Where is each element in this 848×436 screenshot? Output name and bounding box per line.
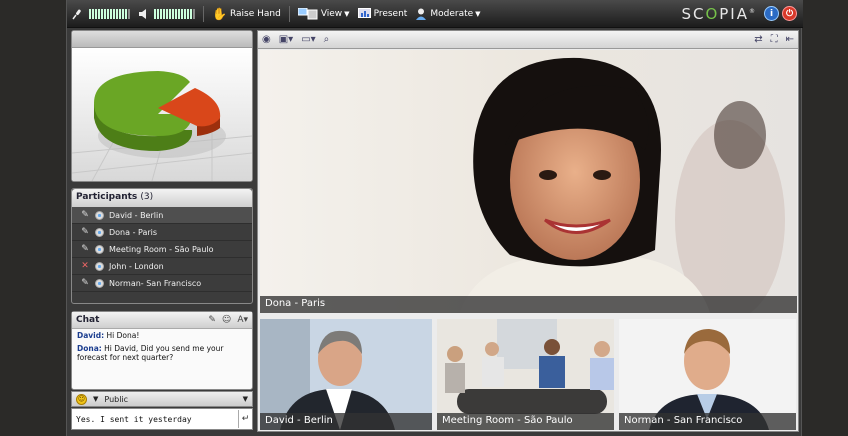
- video-thumbnail[interactable]: Meeting Room - São Paulo: [437, 319, 614, 430]
- self-view-icon[interactable]: ◉: [262, 34, 271, 45]
- chat-audience-value: Public: [104, 394, 129, 404]
- exit-button[interactable]: ⏻: [782, 6, 797, 21]
- enter-icon: ↵: [241, 414, 250, 424]
- moderator-icon: [416, 8, 427, 20]
- participant-row[interactable]: ✎ Dona - Paris: [72, 224, 252, 241]
- participants-count: (3): [140, 192, 154, 202]
- participant-name: John - London: [109, 261, 164, 271]
- microphone-level-meter: [89, 8, 130, 19]
- chat-title: Chat: [76, 315, 100, 325]
- participant-name: Dona - Paris: [109, 227, 158, 237]
- participants-panel: Participants (3) ✎ David - Berlin ✎ Dona…: [71, 188, 253, 304]
- chat-sender: David:: [77, 331, 105, 340]
- toolbar-divider: [288, 5, 290, 22]
- main-video-feed: [260, 50, 797, 313]
- participant-row[interactable]: ✎ Norman- San Francisco: [72, 275, 252, 292]
- scopia-logo: SCOPIA®: [681, 5, 757, 23]
- hand-icon: ✋: [212, 6, 227, 21]
- chat-audience-select[interactable]: ☺ ▼ Public ▼: [71, 391, 253, 407]
- participant-row[interactable]: ✕ John - London: [72, 258, 252, 275]
- participant-name: Meeting Room - São Paulo: [109, 244, 214, 254]
- fullscreen-icon[interactable]: ⛶: [771, 34, 778, 45]
- send-button[interactable]: ↵: [238, 410, 252, 428]
- video-toolbar: ◉ ▣▾ ▭▾ ⌕ ⇄ ⛶ ⇤: [258, 31, 798, 49]
- chat-sender: Dona:: [77, 344, 102, 353]
- microphone-icon: ✎: [81, 278, 89, 288]
- info-icon: i: [769, 8, 774, 19]
- speaker-icon: [139, 8, 146, 19]
- present-button[interactable]: Present: [354, 0, 412, 28]
- participant-name: David - Berlin: [109, 210, 164, 220]
- zoom-icon[interactable]: ⌕: [324, 34, 330, 45]
- toolbar-divider: [203, 5, 204, 22]
- chevron-down-icon: ▼: [242, 395, 248, 403]
- chevron-down-icon: ▼: [93, 395, 99, 403]
- view-menu-button[interactable]: View ▼: [294, 0, 354, 28]
- participant-row[interactable]: ✎ Meeting Room - São Paulo: [72, 241, 252, 258]
- video-thumbnail[interactable]: Norman - San Francisco: [619, 319, 796, 430]
- participants-title: Participants: [76, 192, 138, 202]
- power-icon: ⏻: [785, 8, 794, 19]
- presentation-icon: [357, 7, 371, 18]
- chat-input[interactable]: [72, 414, 238, 424]
- chat-panel: Chat ✎ ☺ A▾ David: Hi Dona! Dona: Hi Dav…: [71, 311, 253, 390]
- microphone-icon: ✎: [81, 244, 89, 254]
- layout-icon[interactable]: ▣▾: [279, 34, 293, 45]
- speaker-control[interactable]: [134, 0, 199, 28]
- detach-icon[interactable]: ⇤: [786, 34, 794, 45]
- layout-view-icon: [297, 7, 318, 19]
- microphone-icon: ✎: [81, 210, 89, 220]
- camera-icon: [95, 261, 104, 271]
- microphone-icon: [72, 9, 81, 19]
- microphone-icon: ✎: [81, 227, 89, 237]
- font-size-icon[interactable]: A▾: [237, 315, 248, 325]
- video-area: ◉ ▣▾ ▭▾ ⌕ ⇄ ⛶ ⇤ Dona - Paris David - Ber…: [257, 30, 799, 432]
- camera-icon: [95, 278, 104, 288]
- emoticon-options-icon[interactable]: ☺: [222, 315, 231, 325]
- shared-content-header: [72, 31, 252, 48]
- chat-message: David: Hi Dona!: [72, 329, 252, 342]
- speaker-level-meter: [154, 8, 195, 19]
- chat-text: Hi Dona!: [106, 331, 140, 340]
- emoticon-icon[interactable]: ☺: [76, 393, 87, 405]
- swap-icon[interactable]: ⇄: [754, 34, 762, 45]
- top-toolbar: ✋ Raise Hand View ▼ Present Moderate ▼ S…: [67, 0, 803, 28]
- microphone-control[interactable]: [67, 0, 134, 28]
- group-camera-icon: [95, 244, 104, 254]
- camera-icon: [95, 210, 104, 220]
- chat-header: Chat ✎ ☺ A▾: [72, 312, 252, 329]
- chat-message: Dona: Hi David, Did you send me your for…: [72, 342, 252, 364]
- chat-input-box: ↵: [71, 408, 253, 430]
- thumbnail-caption: Norman - San Francisco: [619, 413, 796, 430]
- view-label: View: [320, 8, 343, 19]
- participant-name: Norman- San Francisco: [109, 278, 202, 288]
- present-label: Present: [373, 8, 408, 19]
- pencil-icon[interactable]: ✎: [208, 315, 216, 325]
- camera-icon: [95, 227, 104, 237]
- chat-tools: ✎ ☺ A▾: [208, 315, 248, 325]
- moderate-menu-button[interactable]: Moderate ▼: [411, 0, 484, 28]
- shared-content-panel: [71, 30, 253, 182]
- participants-header: Participants (3): [72, 189, 252, 207]
- chevron-down-icon: ▼: [475, 9, 481, 18]
- main-video[interactable]: Dona - Paris: [260, 50, 797, 313]
- thumbnail-caption: Meeting Room - São Paulo: [437, 413, 614, 430]
- app-window: ✋ Raise Hand View ▼ Present Moderate ▼ S…: [66, 0, 803, 436]
- screen-icon[interactable]: ▭▾: [301, 34, 315, 45]
- raise-hand-label: Raise Hand: [229, 8, 281, 19]
- thumbnail-caption: David - Berlin: [260, 413, 432, 430]
- info-button[interactable]: i: [764, 6, 779, 21]
- muted-microphone-icon: ✕: [81, 261, 89, 271]
- raise-hand-button[interactable]: ✋ Raise Hand: [208, 0, 285, 28]
- moderate-label: Moderate: [430, 8, 474, 19]
- participant-row[interactable]: ✎ David - Berlin: [72, 207, 252, 224]
- main-video-caption: Dona - Paris: [260, 296, 797, 313]
- chevron-down-icon: ▼: [344, 9, 350, 18]
- video-thumbnail[interactable]: David - Berlin: [260, 319, 432, 430]
- shared-pie-chart: [72, 48, 252, 181]
